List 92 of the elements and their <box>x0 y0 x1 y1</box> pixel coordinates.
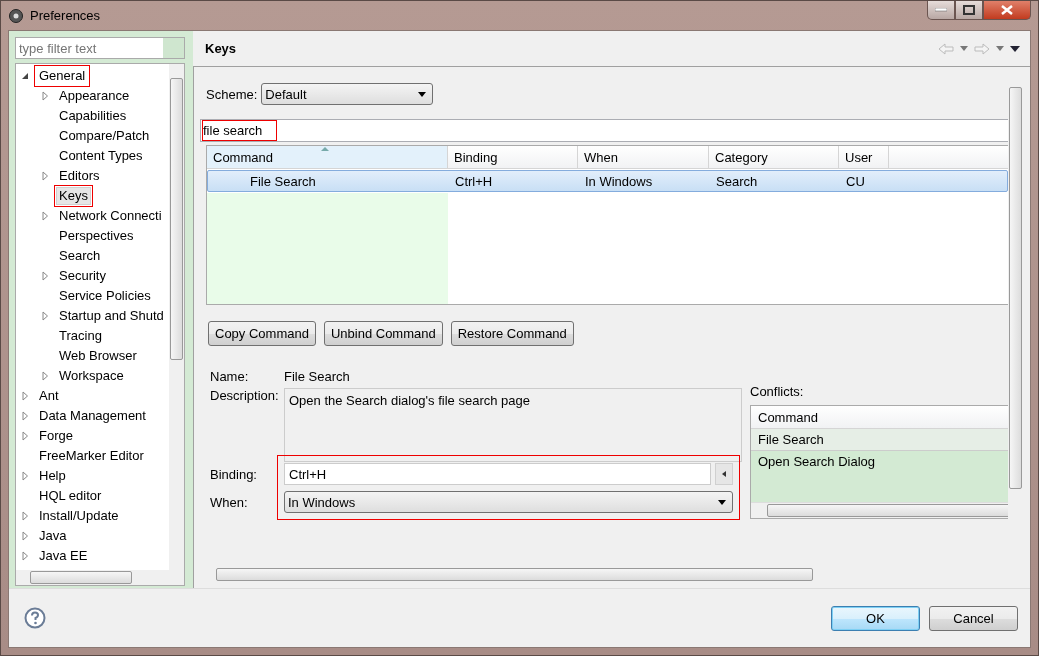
expand-arrow-icon[interactable] <box>20 431 30 441</box>
conflict-row[interactable]: File Search <box>751 429 1008 451</box>
when-dropdown[interactable]: In Windows <box>284 491 733 513</box>
tree-item[interactable]: Keys <box>56 187 91 205</box>
tree-item[interactable]: Tracing <box>56 327 105 345</box>
dropdown-arrow-icon[interactable] <box>996 46 1004 51</box>
dropdown-arrow-icon <box>418 91 427 97</box>
tree-item[interactable]: Forge <box>36 427 76 445</box>
table-cell-text: File Search <box>249 173 317 189</box>
tree-item[interactable]: Compare/Patch <box>56 127 153 145</box>
column-header[interactable]: Category <box>709 146 839 168</box>
tree-item[interactable]: Search <box>56 247 104 265</box>
expand-arrow-icon[interactable] <box>20 391 30 401</box>
expand-arrow-icon[interactable] <box>20 411 30 421</box>
help-icon[interactable] <box>24 607 46 629</box>
table-cell-text: Search <box>715 173 759 189</box>
tree-item[interactable]: Startup and Shutd <box>56 307 167 325</box>
binding-field[interactable]: Ctrl+H <box>284 463 712 485</box>
page-title: Keys <box>205 41 237 56</box>
column-header[interactable]: When <box>578 146 709 168</box>
when-label: When: <box>210 494 249 510</box>
sort-arrow-icon <box>321 147 329 151</box>
expand-arrow-icon[interactable] <box>20 511 30 521</box>
gear-icon <box>8 7 24 24</box>
menu-button[interactable] <box>715 463 733 485</box>
ok-button[interactable]: OK <box>831 605 920 631</box>
tree-item[interactable]: Editors <box>56 167 103 185</box>
tree-item[interactable]: Java <box>36 527 70 545</box>
search-field[interactable]: file search <box>200 119 1008 142</box>
tree-item[interactable]: Service Policies <box>56 287 154 305</box>
minimize-button[interactable] <box>927 1 955 20</box>
expand-arrow-icon[interactable] <box>40 211 50 221</box>
name-value: File Search <box>284 368 350 384</box>
tree-item[interactable]: Content Types <box>56 147 146 165</box>
tree-item[interactable]: Install/Update <box>36 507 122 525</box>
tree-item[interactable]: Java EE <box>36 547 91 565</box>
column-header[interactable]: Command <box>207 146 448 168</box>
column-header[interactable]: User <box>839 146 889 168</box>
tree-item[interactable]: Ant <box>36 387 62 405</box>
expand-arrow-icon[interactable] <box>40 311 50 321</box>
tree-item[interactable]: Workspace <box>56 367 127 385</box>
cancel-button[interactable]: Cancel <box>929 605 1018 631</box>
table-cell-text: In Windows <box>584 173 654 189</box>
expand-arrow-icon[interactable] <box>40 171 50 181</box>
table-cell-text: Ctrl+H <box>454 173 494 189</box>
dropdown-arrow-icon <box>718 499 726 505</box>
command-button[interactable]: Unbind Command <box>323 321 443 346</box>
tree-item[interactable]: FreeMarker Editor <box>36 447 147 465</box>
expand-arrow-icon[interactable] <box>20 551 30 561</box>
tree-item[interactable]: Network Connecti <box>56 207 165 225</box>
expand-arrow-icon[interactable] <box>40 271 50 281</box>
expand-arrow-icon[interactable] <box>20 471 30 481</box>
forward-arrow-icon[interactable] <box>974 42 990 55</box>
back-arrow-icon[interactable] <box>938 42 954 55</box>
expand-arrow-icon[interactable] <box>20 531 30 541</box>
scrollbar[interactable] <box>16 570 184 585</box>
minimize-icon <box>935 8 947 12</box>
tree-item[interactable]: Security <box>56 267 109 285</box>
command-button[interactable]: Restore Command <box>450 321 574 346</box>
close-icon <box>1001 5 1013 15</box>
tree-item[interactable]: Perspectives <box>56 227 137 245</box>
scrollbar[interactable] <box>751 502 1008 518</box>
tree-item[interactable]: Web Browser <box>56 347 140 365</box>
view-menu-icon[interactable] <box>1010 45 1020 52</box>
window-title: Preferences <box>30 8 101 23</box>
tree-item[interactable]: Capabilities <box>56 107 130 125</box>
tree-item[interactable]: General <box>36 67 89 85</box>
description-label: Description: <box>210 388 280 403</box>
dropdown-arrow-icon[interactable] <box>960 46 968 51</box>
tree-item[interactable]: Help <box>36 467 69 485</box>
description-box[interactable]: Open the Search dialog's file search page <box>284 388 742 462</box>
tree-item[interactable]: Data Management <box>36 407 149 425</box>
scrollbar[interactable] <box>169 64 184 570</box>
scheme-label: Scheme: <box>206 86 258 102</box>
arrow-left-icon <box>722 471 727 477</box>
scheme-dropdown[interactable]: Default <box>261 83 434 105</box>
expand-arrow-icon[interactable] <box>40 371 50 381</box>
table-row[interactable]: File Search Ctrl+H In Windows Search CU <box>207 170 1008 192</box>
collapse-arrow-icon[interactable] <box>20 71 30 81</box>
tree-item[interactable]: HQL editor <box>36 487 105 505</box>
table-cell-text: CU <box>845 173 866 189</box>
binding-label: Binding: <box>210 466 258 482</box>
close-button[interactable] <box>983 1 1031 20</box>
expand-arrow-icon[interactable] <box>40 91 50 101</box>
command-button[interactable]: Copy Command <box>208 321 316 346</box>
maximize-button[interactable] <box>955 1 983 20</box>
column-header[interactable]: Binding <box>448 146 578 168</box>
name-label: Name: <box>210 368 250 384</box>
conflicts-label: Conflicts: <box>750 384 805 399</box>
maximize-icon <box>963 5 975 15</box>
tree-item[interactable]: Appearance <box>56 87 133 105</box>
conflict-row[interactable]: Open Search Dialog <box>751 451 1008 472</box>
